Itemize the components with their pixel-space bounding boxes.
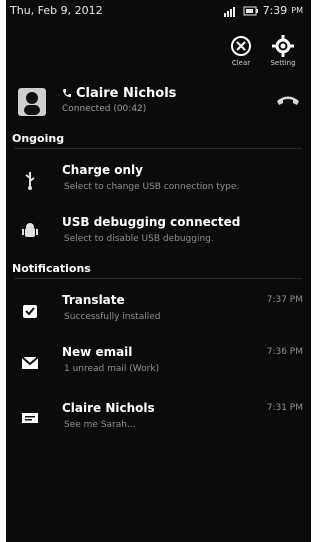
notification-title: Claire Nichols bbox=[62, 401, 155, 415]
message-icon bbox=[22, 413, 38, 423]
ongoing-header: Ongoing bbox=[12, 132, 65, 145]
list-item-translate[interactable]: Translate Successfully installed 7:37 PM bbox=[6, 290, 311, 334]
notification-desc: See me Sarah... bbox=[64, 420, 136, 430]
ongoing-desc: Select to disable USB debugging. bbox=[64, 234, 214, 244]
clear-label: Clear bbox=[231, 59, 251, 67]
list-item-claire-nichols[interactable]: Claire Nichols See me Sarah... 7:31 PM bbox=[6, 398, 311, 442]
signal-icon bbox=[223, 6, 235, 17]
notification-shade: Thu, Feb 9, 2012 7:39 PM Clear Setting C… bbox=[6, 0, 311, 542]
list-item-new-email[interactable]: New email 1 unread mail (Work) 7:36 PM bbox=[6, 342, 311, 386]
usb-icon bbox=[25, 172, 35, 190]
mail-icon bbox=[21, 356, 39, 369]
call-status: Connected (00:42) bbox=[62, 104, 147, 114]
android-icon bbox=[22, 223, 38, 237]
setting-label: Setting bbox=[270, 59, 296, 67]
clear-button[interactable]: Clear bbox=[221, 34, 261, 67]
settings-button[interactable]: Setting bbox=[263, 34, 303, 67]
clear-icon bbox=[231, 36, 251, 56]
divider bbox=[14, 278, 302, 279]
status-bar: Thu, Feb 9, 2012 7:39 PM bbox=[6, 0, 311, 24]
battery-icon bbox=[243, 6, 258, 15]
list-item-usb-debugging[interactable]: USB debugging connected Select to disabl… bbox=[6, 212, 311, 256]
ongoing-desc: Select to change USB connection type. bbox=[64, 182, 240, 192]
notification-desc: 1 unread mail (Work) bbox=[64, 364, 160, 374]
divider bbox=[14, 148, 302, 149]
notification-desc: Successfully installed bbox=[64, 312, 161, 322]
list-item-charge-only[interactable]: Charge only Select to change USB connect… bbox=[6, 160, 311, 204]
status-time: 7:39 bbox=[262, 4, 288, 17]
ongoing-title: Charge only bbox=[62, 163, 143, 177]
notification-title: Translate bbox=[62, 293, 125, 307]
notification-time: 7:36 PM bbox=[266, 347, 303, 357]
status-date: Thu, Feb 9, 2012 bbox=[10, 4, 103, 17]
end-call-icon[interactable] bbox=[275, 90, 301, 108]
notification-time: 7:31 PM bbox=[266, 403, 303, 413]
ongoing-call-notification[interactable]: Claire Nichols Connected (00:42) bbox=[6, 78, 311, 126]
notification-title: New email bbox=[62, 345, 133, 359]
notification-time: 7:37 PM bbox=[266, 295, 303, 305]
notifications-header: Notifications bbox=[12, 262, 91, 275]
caller-name: Claire Nichols bbox=[76, 86, 177, 101]
gear-icon bbox=[272, 35, 294, 57]
phone-icon bbox=[63, 89, 71, 97]
status-right: 7:39 PM bbox=[223, 4, 303, 17]
shopping-bag-icon bbox=[23, 305, 37, 318]
contact-avatar-icon bbox=[18, 88, 46, 116]
status-ampm: PM bbox=[291, 6, 303, 15]
ongoing-title: USB debugging connected bbox=[62, 215, 241, 229]
